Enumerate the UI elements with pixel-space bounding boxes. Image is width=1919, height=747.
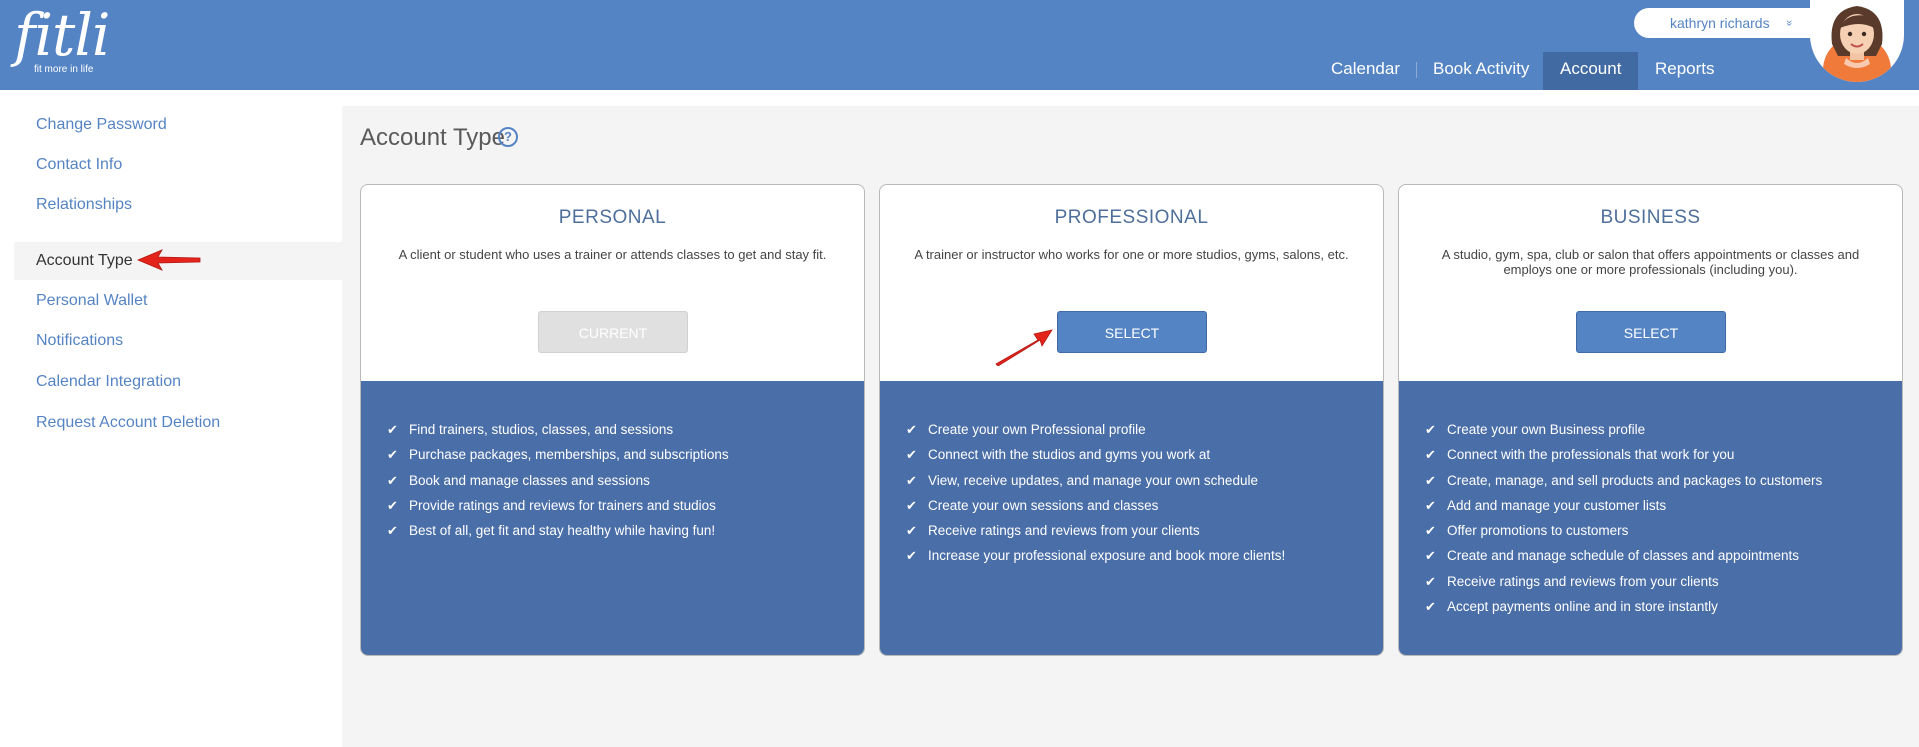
- feature-item: ✔ Create your own sessions and classes: [906, 493, 1383, 518]
- sidebar-item-notifications[interactable]: Notifications: [14, 322, 342, 360]
- user-menu-button[interactable]: kathryn richards »: [1634, 8, 1834, 38]
- feature-item: ✔ Book and manage classes and sessions: [387, 468, 864, 493]
- card-title: PERSONAL: [558, 207, 667, 228]
- check-icon: ✔: [906, 447, 917, 463]
- feature-item: ✔ Connect with the studios and gyms you w…: [906, 442, 1383, 467]
- nav-reports[interactable]: Reports: [1638, 52, 1732, 90]
- check-icon: ✔: [906, 523, 917, 539]
- card-description: A studio, gym, spa, club or salon that o…: [1441, 247, 1860, 277]
- check-icon: ✔: [1425, 548, 1436, 564]
- feature-list: ✔ Find trainers, studios, classes, and se…: [361, 381, 864, 655]
- sidebar-item-personal-wallet[interactable]: Personal Wallet: [14, 282, 342, 320]
- sidebar-item-relationships[interactable]: Relationships: [14, 186, 342, 224]
- nav-book-activity[interactable]: Book Activity: [1416, 52, 1546, 90]
- chevron-down-icon: »: [1783, 19, 1796, 27]
- main-content: Account Type ? PERSONAL A client or stud…: [342, 106, 1919, 747]
- feature-list: ✔ Create your own Professional profile ✔ C…: [880, 381, 1383, 655]
- feature-item: ✔ Offer promotions to customers: [1425, 518, 1902, 543]
- card-title: PROFESSIONAL: [1054, 207, 1209, 228]
- page-title: Account Type: [360, 124, 505, 151]
- sidebar-item-calendar-integration[interactable]: Calendar Integration: [14, 363, 342, 401]
- feature-item: ✔ Provide ratings and reviews for trainer…: [387, 493, 864, 518]
- feature-item: ✔ View, receive updates, and manage your …: [906, 468, 1383, 493]
- check-icon: ✔: [387, 497, 398, 513]
- account-type-card-personal: PERSONAL A client or student who uses a …: [360, 184, 865, 656]
- feature-item: ✔ Connect with the professionals that wor…: [1425, 442, 1902, 467]
- check-icon: ✔: [906, 422, 917, 437]
- feature-item: ✔ Create your own Professional profile: [906, 417, 1383, 442]
- feature-item: ✔ Receive ratings and reviews from your c…: [1425, 569, 1902, 594]
- check-icon: ✔: [1425, 573, 1436, 589]
- feature-item: ✔ Best of all, get fit and stay healthy w…: [387, 518, 864, 543]
- check-icon: ✔: [1425, 497, 1436, 513]
- user-avatar[interactable]: [1810, 0, 1904, 82]
- check-icon: ✔: [1425, 472, 1436, 488]
- feature-item: ✔ Accept payments online and in store ins…: [1425, 594, 1902, 619]
- logo-tagline: fit more in life: [34, 64, 94, 75]
- feature-item: ✔ Increase your professional exposure and…: [906, 543, 1383, 568]
- select-professional-button[interactable]: SELECT: [1057, 311, 1207, 353]
- top-header: fitli fit more in life kathryn richards …: [0, 0, 1919, 90]
- check-icon: ✔: [1425, 447, 1436, 463]
- card-description: A client or student who uses a trainer o…: [398, 247, 827, 262]
- sidebar-item-contact-info[interactable]: Contact Info: [14, 146, 342, 184]
- select-business-button[interactable]: SELECT: [1576, 311, 1726, 353]
- sidebar-item-request-account-deletion[interactable]: Request Account Deletion: [14, 404, 342, 442]
- check-icon: ✔: [387, 447, 398, 463]
- check-icon: ✔: [1425, 422, 1436, 437]
- check-icon: ✔: [906, 548, 917, 564]
- help-circle-icon[interactable]: ?: [498, 127, 518, 147]
- user-name: kathryn richards: [1670, 15, 1770, 31]
- check-icon: ✔: [906, 472, 917, 488]
- feature-item: ✔ Find trainers, studios, classes, and se…: [387, 417, 864, 442]
- check-icon: ✔: [906, 497, 917, 513]
- feature-item: ✔ Add and manage your customer lists: [1425, 493, 1902, 518]
- logo-word: fitli: [14, 1, 110, 69]
- check-icon: ✔: [387, 422, 398, 437]
- check-icon: ✔: [387, 523, 398, 539]
- fitli-logo[interactable]: fitli fit more in life: [14, 1, 110, 75]
- nav-calendar[interactable]: Calendar: [1314, 52, 1417, 90]
- nav-account[interactable]: Account: [1543, 52, 1639, 90]
- avatar-illustration-icon: [1823, 6, 1891, 82]
- card-title: BUSINESS: [1600, 207, 1701, 228]
- red-arrow-icon: [995, 329, 1053, 366]
- red-arrow-icon: [136, 249, 201, 271]
- card-description: A trainer or instructor who works for on…: [914, 247, 1349, 262]
- feature-item: ✔ Create your own Business profile: [1425, 417, 1902, 442]
- check-icon: ✔: [1425, 523, 1436, 539]
- feature-item: ✔ Create and manage schedule of classes a…: [1425, 543, 1902, 568]
- account-type-card-professional: PROFESSIONAL A trainer or instructor who…: [879, 184, 1384, 656]
- feature-item: ✔ Create, manage, and sell products and p…: [1425, 468, 1902, 493]
- check-icon: ✔: [387, 472, 398, 488]
- sidebar-item-change-password[interactable]: Change Password: [14, 106, 342, 144]
- feature-item: ✔ Receive ratings and reviews from your c…: [906, 518, 1383, 543]
- feature-item: ✔ Purchase packages, memberships, and sub…: [387, 442, 864, 467]
- check-icon: ✔: [1425, 599, 1436, 615]
- current-button: CURRENT: [538, 311, 688, 353]
- feature-list: ✔ Create your own Business profile ✔ Conne…: [1399, 381, 1902, 655]
- account-type-card-business: BUSINESS A studio, gym, spa, club or sal…: [1398, 184, 1903, 656]
